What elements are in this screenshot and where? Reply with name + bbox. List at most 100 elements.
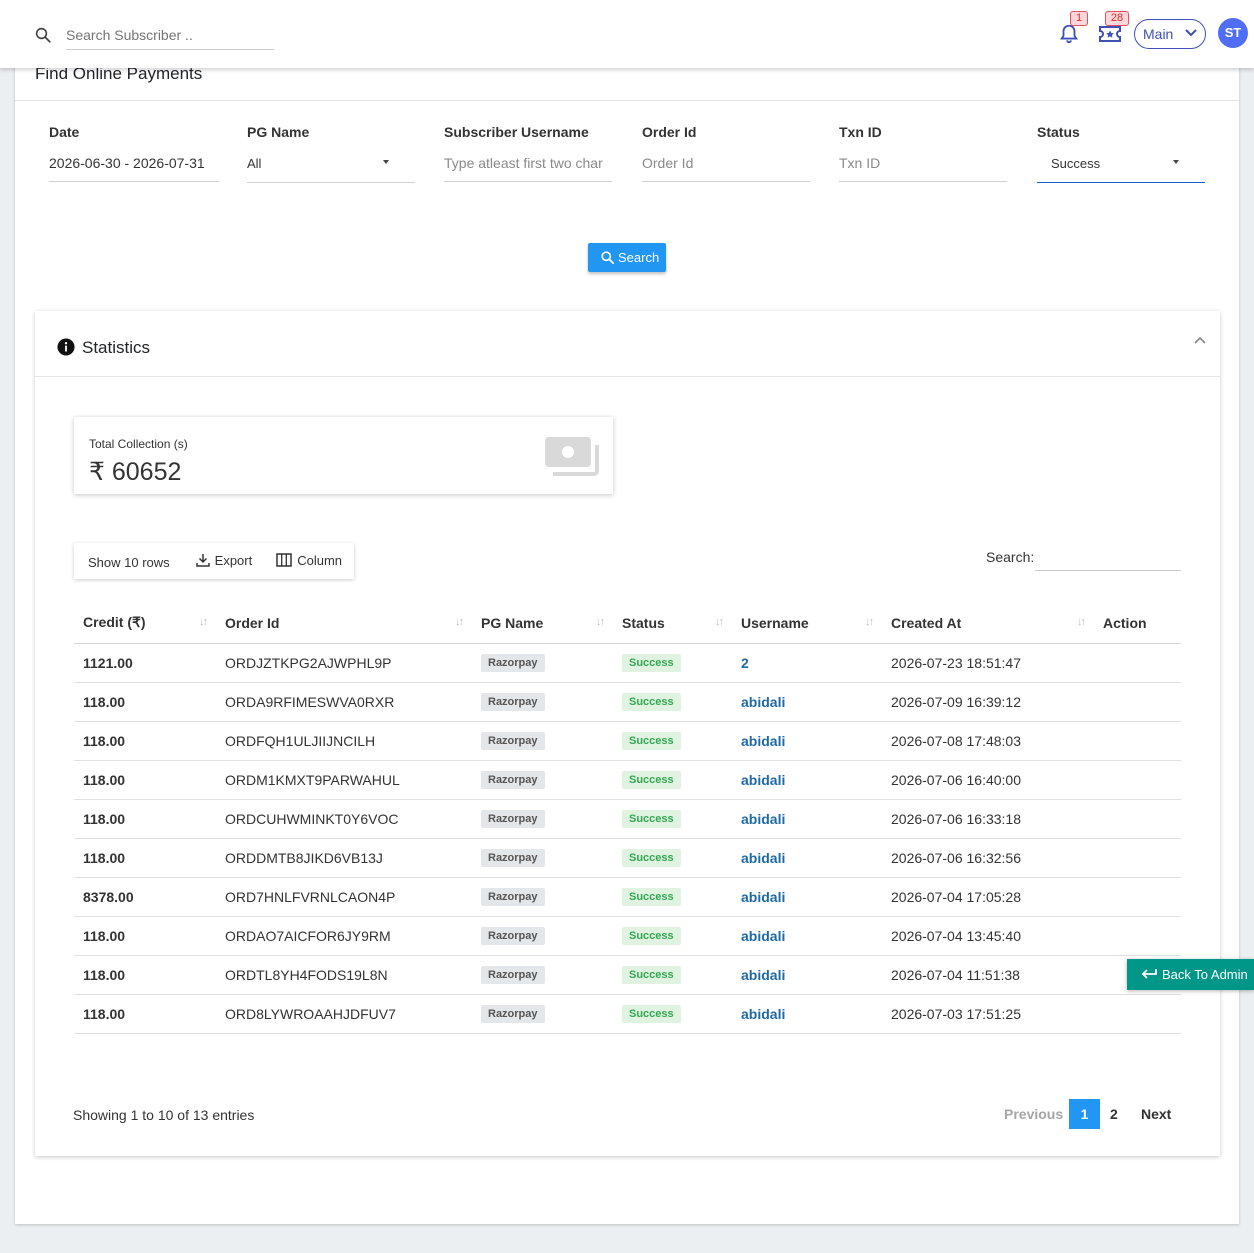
pg-name-cell: Razorpay: [472, 799, 613, 839]
workspace-dropdown[interactable]: Main: [1134, 19, 1206, 49]
status-select[interactable]: Success: [1037, 146, 1205, 183]
search-button-label: Search: [618, 250, 660, 265]
username-link[interactable]: abidali: [741, 928, 785, 944]
status-cell: Success: [613, 955, 732, 995]
order-id-input[interactable]: Order Id: [642, 154, 810, 182]
action-cell: [1094, 838, 1181, 878]
username-link[interactable]: abidali: [741, 733, 785, 749]
pg-name-select[interactable]: All: [247, 146, 415, 183]
status-cell: Success: [613, 643, 732, 683]
pg-name-cell: Razorpay: [472, 838, 613, 878]
status-cell: Success: [613, 916, 732, 956]
pg-name-cell: Razorpay: [472, 916, 613, 956]
export-button[interactable]: Export: [184, 543, 265, 579]
date-filter: Date 2026-06-30 - 2026-07-31: [49, 124, 219, 182]
pg-name-cell: Razorpay: [472, 955, 613, 995]
username-link[interactable]: abidali: [741, 694, 785, 710]
order-id-cell: ORD7HNLFVRNLCAON4P: [216, 877, 472, 917]
caret-down-icon: [383, 160, 389, 164]
username-link[interactable]: abidali: [741, 850, 785, 866]
username-cell: abidali: [732, 682, 882, 722]
username-link[interactable]: abidali: [741, 811, 785, 827]
username-link[interactable]: abidali: [741, 889, 785, 905]
status-badge: Success: [622, 966, 681, 984]
status-selected: Success: [1051, 156, 1101, 171]
column-header-username[interactable]: Username ↓↑: [732, 603, 882, 644]
action-cell: [1094, 994, 1181, 1034]
username-link[interactable]: abidali: [741, 1006, 785, 1022]
username-link[interactable]: abidali: [741, 772, 785, 788]
column-header-pg-name[interactable]: PG Name ↓↑: [472, 603, 613, 644]
created-at-cell: 2026-07-06 16:40:00: [882, 760, 1094, 800]
sort-icon: ↓↑: [865, 616, 874, 628]
sort-icon: ↓↑: [596, 616, 605, 628]
column-label: Order Id: [225, 614, 280, 631]
pagination-next[interactable]: Next: [1141, 1099, 1171, 1129]
table-search-input[interactable]: [1035, 541, 1181, 571]
username-cell: abidali: [732, 799, 882, 839]
credit-cell: 118.00: [74, 799, 216, 839]
ticket-icon[interactable]: [1098, 24, 1122, 44]
column-header-credit[interactable]: Credit (₹) ↓↑: [74, 603, 216, 644]
pg-badge: Razorpay: [481, 888, 545, 906]
chevron-up-icon[interactable]: [1194, 336, 1206, 344]
pagination-page-2[interactable]: 2: [1110, 1099, 1118, 1129]
pagination-previous[interactable]: Previous: [1004, 1099, 1063, 1129]
sort-icon: ↓↑: [455, 616, 464, 628]
status-badge: Success: [622, 1005, 681, 1023]
columns-icon: [276, 553, 292, 567]
workspace-label: Main: [1143, 26, 1174, 42]
statistics-header[interactable]: Statistics: [35, 311, 1220, 377]
column-label: PG Name: [481, 614, 544, 631]
column-header-created-at[interactable]: Created At ↓↑: [882, 603, 1094, 644]
created-at-cell: 2026-07-04 17:05:28: [882, 877, 1094, 917]
order-id-cell: ORDDMTB8JIKD6VB13J: [216, 838, 472, 878]
pagination-page-1[interactable]: 1: [1069, 1099, 1100, 1129]
column-button[interactable]: Column: [264, 543, 354, 579]
username-label: Subscriber Username: [444, 124, 589, 140]
order-id-cell: ORDCUHWMINKT0Y6VOC: [216, 799, 472, 839]
txn-id-filter: Txn ID Txn ID: [839, 124, 1007, 182]
search-button[interactable]: Search: [588, 243, 666, 272]
info-icon: [57, 338, 75, 356]
status-label: Status: [1037, 124, 1080, 140]
date-label: Date: [49, 124, 80, 140]
action-cell: [1094, 877, 1181, 917]
order-id-cell: ORDA9RFIMESWVA0RXR: [216, 682, 472, 722]
column-header-status[interactable]: Status ↓↑: [613, 603, 732, 644]
username-link[interactable]: abidali: [741, 967, 785, 983]
status-badge: Success: [622, 927, 681, 945]
download-icon: [195, 554, 210, 567]
username-cell: abidali: [732, 721, 882, 761]
table-row: 118.00 ORDAO7AICFOR6JY9RM Razorpay Success a…: [74, 916, 1181, 956]
column-header-order-id[interactable]: Order Id ↓↑: [216, 603, 472, 644]
status-cell: Success: [613, 682, 732, 722]
txn-id-input[interactable]: Txn ID: [839, 154, 1007, 182]
created-at-cell: 2026-07-06 16:33:18: [882, 799, 1094, 839]
table-row: 118.00 ORDM1KMXT9PARWAHUL Razorpay Success a…: [74, 760, 1181, 800]
status-cell: Success: [613, 721, 732, 761]
status-cell: Success: [613, 760, 732, 800]
subscriber-search-input[interactable]: Search Subscriber ..: [66, 20, 274, 50]
date-range-input[interactable]: 2026-06-30 - 2026-07-31: [49, 154, 219, 182]
status-badge: Success: [622, 888, 681, 906]
credit-cell: 1121.00: [74, 643, 216, 683]
status-badge: Success: [622, 732, 681, 750]
payments-table: Credit (₹) ↓↑ Order Id ↓↑ PG Name ↓↑ Status…: [74, 603, 1181, 1034]
status-filter: Status Success: [1037, 124, 1205, 183]
statistics-panel: Statistics Total Collection (s) ₹ 60652 …: [35, 311, 1220, 1156]
show-rows-button[interactable]: Show 10 rows: [74, 543, 184, 579]
action-cell: [1094, 721, 1181, 761]
search-icon[interactable]: [34, 26, 52, 44]
created-at-cell: 2026-07-03 17:51:25: [882, 994, 1094, 1034]
pg-badge: Razorpay: [481, 654, 545, 672]
username-input[interactable]: Type atleast first two char: [444, 154, 612, 182]
back-to-admin-button[interactable]: Back To Admin: [1127, 959, 1254, 990]
order-id-label: Order Id: [642, 124, 697, 140]
table-toolbar: Show 10 rows Export Column: [74, 543, 355, 579]
user-avatar[interactable]: ST: [1218, 18, 1248, 48]
pg-badge: Razorpay: [481, 693, 545, 711]
username-link[interactable]: 2: [741, 655, 749, 671]
table-header-row: Credit (₹) ↓↑ Order Id ↓↑ PG Name ↓↑ Status…: [74, 603, 1181, 644]
status-badge: Success: [622, 849, 681, 867]
